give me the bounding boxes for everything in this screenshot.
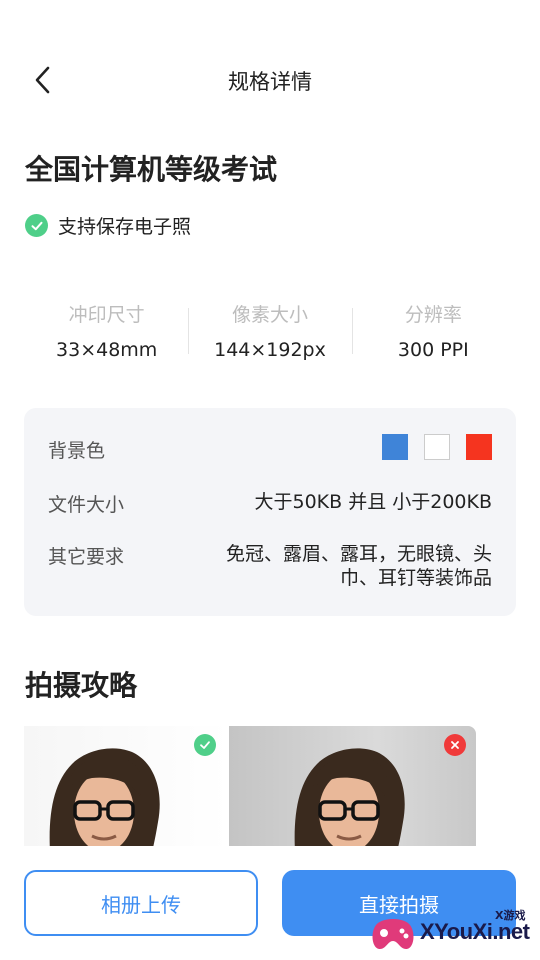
swatch-blue (382, 434, 408, 460)
good-example-photo (24, 726, 229, 846)
stat-pixel-size: 像素大小 144×192px (188, 300, 351, 370)
file-size-label: 文件大小 (48, 494, 125, 516)
stat-label: 冲印尺寸 (68, 304, 145, 326)
stat-value: 300 PPI (397, 339, 469, 361)
other-requirements-line2: 巾、耳钉等装饰品 (339, 567, 492, 589)
bad-example-photo (229, 726, 476, 846)
shooting-guide-title: 拍摄攻略 (25, 669, 138, 702)
spec-stats: 冲印尺寸 33×48mm 像素大小 144×192px 分辨率 300 PPI (25, 300, 515, 370)
other-requirements-line1: 免冠、露眉、露耳，无眼镜、头 (225, 543, 492, 565)
check-circle-icon (25, 214, 48, 237)
swatch-white (424, 434, 450, 460)
check-badge-icon (194, 734, 216, 756)
support-indicator: 支持保存电子照 (25, 212, 191, 239)
stat-label: 像素大小 (231, 304, 308, 326)
background-color-label: 背景色 (48, 440, 106, 462)
requirements-card: 背景色 文件大小 大于50KB 并且 小于200KB 其它要求 免冠、露眉、露耳… (24, 408, 516, 616)
top-nav: 规格详情 (0, 50, 540, 110)
other-requirements-value: 免冠、露眉、露耳，无眼镜、头 巾、耳钉等装饰品 (226, 542, 492, 590)
spec-title: 全国计算机等级考试 (25, 153, 278, 186)
example-photos (24, 726, 476, 846)
file-size-value: 大于50KB 并且 小于200KB (254, 491, 492, 513)
file-size-row: 文件大小 大于50KB 并且 小于200KB (48, 490, 492, 517)
stat-value: 33×48mm (56, 339, 158, 361)
site-watermark: X游戏 XYouXi.net (368, 905, 536, 957)
cross-badge-icon (444, 734, 466, 756)
color-swatches (382, 434, 492, 460)
portrait-image (49, 748, 160, 846)
background-color-row: 背景色 (48, 434, 492, 463)
page-header-title: 规格详情 (228, 70, 312, 94)
swatch-red (466, 434, 492, 460)
support-text: 支持保存电子照 (58, 216, 192, 238)
other-requirements-label: 其它要求 (48, 546, 125, 568)
gamepad-logo-icon (372, 919, 414, 949)
stat-print-size: 冲印尺寸 33×48mm (25, 300, 188, 370)
stat-resolution: 分辨率 300 PPI (351, 300, 515, 370)
upload-from-album-button[interactable]: 相册上传 (24, 870, 258, 936)
stat-label: 分辨率 (404, 304, 462, 326)
stat-value: 144×192px (214, 339, 326, 361)
portrait-image (294, 748, 405, 846)
other-requirements-row: 其它要求 免冠、露眉、露耳，无眼镜、头 巾、耳钉等装饰品 (48, 542, 492, 590)
watermark-text: XYouXi.net (420, 919, 530, 944)
